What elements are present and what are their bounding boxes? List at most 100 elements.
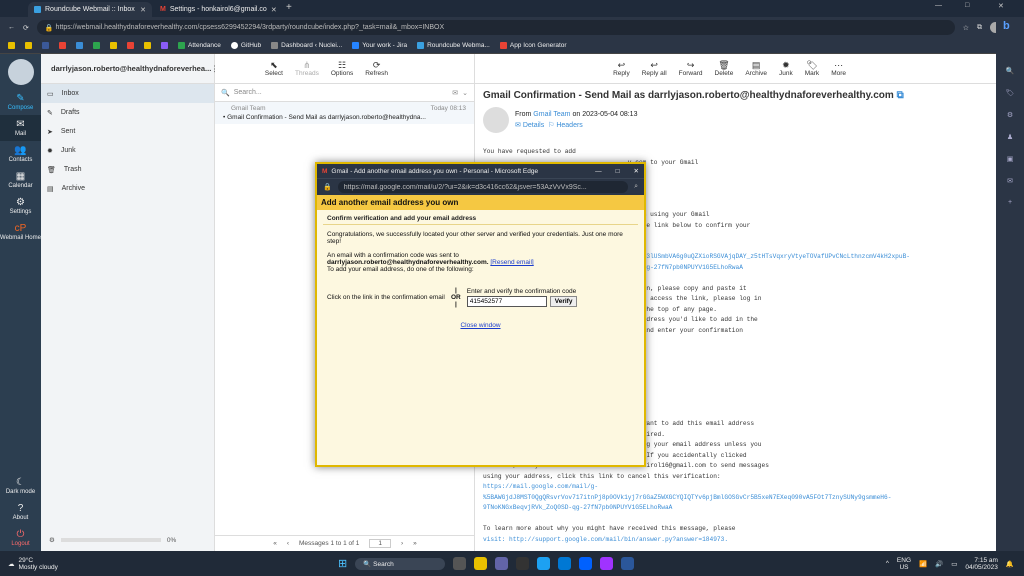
task-view-icon[interactable] — [453, 557, 467, 570]
nav-compose[interactable]: ✎ Compose — [0, 89, 41, 115]
zoom-icon[interactable]: ⌕ — [634, 183, 638, 191]
search-icon[interactable]: 🔍 — [1006, 67, 1015, 75]
prev-page-icon[interactable]: ‹ — [287, 540, 289, 547]
delete-button[interactable]: 🗑 Delete — [715, 60, 734, 77]
folder-archive[interactable]: ▤ Archive — [41, 179, 214, 198]
nav-calendar[interactable]: ▦ Calendar — [0, 167, 41, 193]
close-tab-icon[interactable]: ✕ — [140, 6, 146, 14]
bookmark-icon[interactable] — [8, 42, 15, 49]
bookmark-app-icon-generator[interactable]: App Icon Generator — [499, 42, 567, 49]
bookmark-icon[interactable] — [25, 42, 32, 49]
nav-logout[interactable]: ⏻ Logout — [0, 525, 41, 551]
folder-trash[interactable]: 🗑 Trash — [41, 160, 214, 179]
email-body-line[interactable]: https://mail.google.com/mail/g- — [483, 482, 891, 493]
details-link[interactable]: ✉ Details — [515, 122, 544, 129]
chevron-down-icon[interactable]: ⌄ — [462, 89, 468, 97]
back-icon[interactable]: ← — [8, 24, 15, 31]
select-button[interactable]: ⬉ Select — [265, 60, 283, 77]
dropbox-icon[interactable] — [579, 557, 593, 570]
store-icon[interactable] — [558, 557, 572, 570]
maximize-icon[interactable]: □ — [616, 168, 620, 175]
file-explorer-icon[interactable] — [474, 557, 488, 570]
taskbar-search[interactable]: 🔍 Search — [355, 557, 446, 570]
facebook-icon[interactable] — [42, 42, 49, 49]
gmail-icon[interactable] — [59, 42, 66, 49]
add-icon[interactable]: + — [1008, 199, 1012, 206]
bookmark-icon[interactable] — [76, 42, 83, 49]
search-input[interactable]: Search... — [234, 89, 449, 96]
nav-webmail-home[interactable]: cP Webmail Home — [0, 219, 41, 245]
volume-icon[interactable]: 🔊 — [935, 560, 943, 568]
maximize-icon[interactable]: □ — [965, 2, 969, 9]
more-button[interactable]: ⋯ More — [831, 60, 846, 77]
nav-dark-mode[interactable]: ☾ Dark mode — [0, 473, 41, 499]
bing-icon[interactable]: b — [1003, 20, 1010, 32]
weather-widget[interactable]: ☁ 29°C Mostly cloudy — [0, 557, 300, 571]
email-body-line[interactable]: visit: http://support.google.com/mail/bi… — [483, 535, 891, 546]
page-input[interactable]: 1 — [369, 539, 391, 548]
language-indicator[interactable]: ENG US — [897, 557, 911, 571]
clock[interactable]: 7:15 am 04/05/2023 — [965, 557, 998, 571]
reply-button[interactable]: ↩ Reply — [613, 60, 630, 77]
options-button[interactable]: ☷ Options — [331, 60, 353, 77]
edge-icon[interactable] — [537, 557, 551, 570]
refresh-icon[interactable]: ⟳ — [23, 24, 29, 32]
tools-icon[interactable]: ⚙ — [1007, 111, 1013, 119]
list-item[interactable]: Gmail Team Today 08:13 • Gmail Confirmati… — [215, 102, 474, 124]
minimize-icon[interactable]: — — [595, 168, 602, 175]
chevron-up-icon[interactable]: ^ — [886, 560, 889, 567]
bookmark-icon[interactable] — [93, 42, 100, 49]
url-field[interactable]: 🔒 https://webmail.healthydnaforeverhealt… — [36, 20, 955, 35]
next-page-icon[interactable]: › — [401, 540, 403, 547]
resend-email-link[interactable]: [Resend email] — [490, 259, 533, 266]
tab-roundcube[interactable]: Roundcube Webmail :: Inbox ✕ — [28, 2, 152, 17]
close-window-link[interactable]: Close window — [460, 322, 500, 329]
threads-button[interactable]: ⋔ Threads — [295, 60, 319, 77]
nav-contacts[interactable]: 👥 Contacts — [0, 141, 41, 167]
word-icon[interactable] — [621, 557, 635, 570]
teams-icon[interactable] — [495, 557, 509, 570]
bookmark-attendance[interactable]: Attendance — [178, 42, 221, 49]
tab-settings[interactable]: M Settings - honkairol6@gmail.co ✕ — [154, 2, 282, 17]
mark-button[interactable]: 🏷 Mark — [805, 60, 819, 77]
nav-mail[interactable]: ✉ Mail — [0, 115, 41, 141]
folder-sent[interactable]: ➤ Sent — [41, 122, 214, 141]
outlook-icon[interactable]: ✉ — [1007, 177, 1013, 185]
envelope-icon[interactable]: ✉ — [452, 89, 458, 97]
headers-link[interactable]: ⚐ Headers — [548, 122, 583, 129]
nav-settings[interactable]: ⚙ Settings — [0, 193, 41, 219]
favorites-icon[interactable]: ☆ — [963, 24, 969, 32]
bookmark-github[interactable]: GitHub — [230, 42, 261, 49]
app-icon[interactable] — [516, 557, 530, 570]
reply-all-button[interactable]: ↩ Reply all — [642, 60, 667, 77]
games-icon[interactable]: ♟ — [1007, 133, 1013, 141]
folder-inbox[interactable]: ▭ Inbox — [41, 84, 214, 103]
close-tab-icon[interactable]: ✕ — [271, 6, 277, 14]
close-icon[interactable]: ✕ — [634, 167, 639, 175]
battery-icon[interactable]: ▭ — [951, 560, 957, 568]
bookmark-icon[interactable] — [161, 42, 168, 49]
email-body-line[interactable]: %5BAWGjdJ8MST0QgQRsvrVov717itnPj8p0OVk1y… — [483, 493, 891, 504]
bookmark-dashboard[interactable]: Dashboard ‹ Nuclei... — [271, 42, 342, 49]
forward-button[interactable]: ↪ Forward — [679, 60, 703, 77]
bookmark-jira[interactable]: Your work - Jira — [352, 42, 407, 49]
refresh-button[interactable]: ⟳ Refresh — [365, 60, 388, 77]
nav-about[interactable]: ? About — [0, 499, 41, 525]
office-icon[interactable]: ▣ — [1007, 155, 1014, 163]
collections-icon[interactable]: ⧉ — [977, 24, 982, 32]
last-page-icon[interactable]: » — [413, 540, 417, 547]
close-window-icon[interactable]: ✕ — [998, 2, 1004, 10]
confirmation-code-input[interactable] — [466, 296, 547, 307]
windows-start-icon[interactable]: ⊞ — [338, 557, 347, 570]
open-window-icon[interactable]: ⧉ — [897, 90, 904, 101]
bookmark-roundcube[interactable]: Roundcube Webma... — [417, 42, 490, 49]
first-page-icon[interactable]: « — [273, 540, 277, 547]
archive-button[interactable]: ▤ Archive — [745, 60, 767, 77]
bookmark-icon[interactable] — [144, 42, 151, 49]
shopping-icon[interactable]: 🏷 — [1006, 89, 1015, 97]
minimize-icon[interactable]: — — [935, 2, 942, 9]
messenger-icon[interactable] — [600, 557, 614, 570]
wifi-icon[interactable]: 📶 — [919, 560, 927, 568]
sender-link[interactable]: Gmail Team — [533, 111, 570, 118]
bookmark-icon[interactable] — [110, 42, 117, 49]
